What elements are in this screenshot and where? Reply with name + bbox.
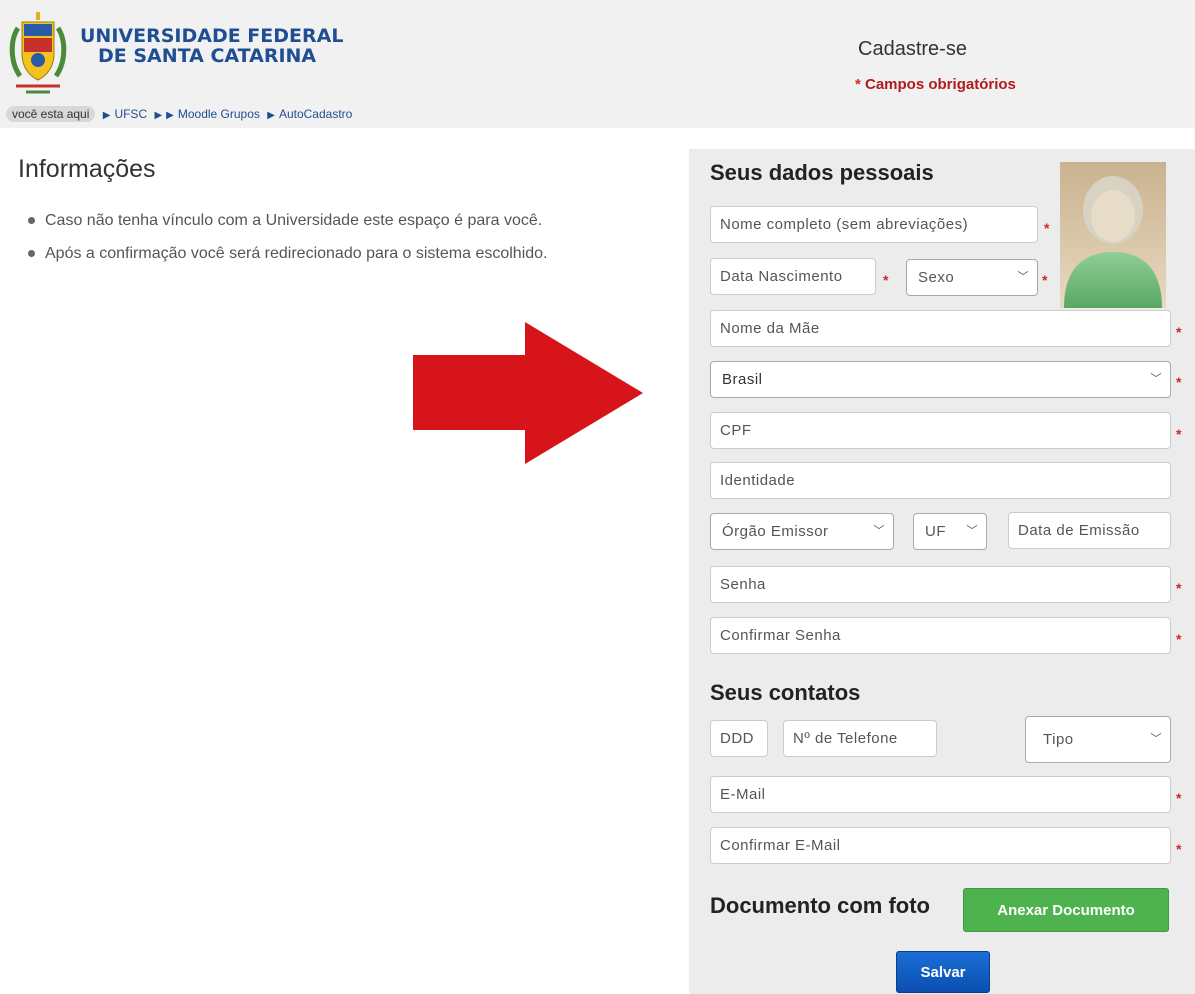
required-mark: * [1176,374,1182,390]
triangle-right-icon: ▶ [166,110,174,121]
phone-type-select-value: Tipo [1043,731,1074,748]
breadcrumb-link-ufsc[interactable]: UFSC [114,107,147,121]
breadcrumb-here-label: você esta aqui [6,106,96,122]
university-name: UNIVERSIDADE FEDERAL DE SANTA CATARINA [80,26,343,66]
phone-number-input[interactable] [783,720,937,757]
required-fields-note: * Campos obrigatórios [855,76,1016,93]
ufsc-crest-icon [9,12,67,94]
password-input[interactable] [710,566,1171,603]
personal-data-title: Seus dados pessoais [710,160,934,185]
required-mark: * [1042,272,1048,288]
required-mark: * [1176,580,1182,596]
mother-name-input[interactable] [710,310,1171,347]
info-list-item: Após a confirmação você será redireciona… [28,237,548,270]
user-avatar-icon [1060,162,1166,308]
required-mark: * [1044,220,1050,236]
breadcrumb-link-autocadastro[interactable]: AutoCadastro [279,107,352,121]
save-button[interactable]: Salvar [896,951,990,993]
required-mark: * [1176,324,1182,340]
country-select-value: Brasil [722,371,763,388]
university-name-line1: UNIVERSIDADE FEDERAL [80,25,344,47]
breadcrumb: você esta aqui ▶ UFSC ▶ ▶ Moodle Grupos ▶ Au… [6,106,352,122]
ddd-input[interactable] [710,720,768,757]
required-mark: * [1176,790,1182,806]
full-name-input[interactable] [710,206,1038,243]
issue-date-input[interactable] [1008,512,1171,549]
chevron-down-icon: ﹀ [1017,271,1029,283]
attach-document-button[interactable]: Anexar Documento [963,888,1169,932]
required-mark: * [1176,841,1182,857]
sex-select-value: Sexo [918,269,955,286]
required-mark: * [1176,631,1182,647]
issuing-agency-select-value: Órgão Emissor [722,523,829,540]
birth-date-input[interactable] [710,258,876,295]
photo-document-label: Documento com foto [710,893,930,918]
confirm-password-input[interactable] [710,617,1171,654]
uf-select-value: UF [925,523,946,540]
country-select[interactable]: Brasil ﹀ [710,361,1171,398]
email-input[interactable] [710,776,1171,813]
chevron-down-icon: ﹀ [966,525,978,537]
big-arrow-right-icon [413,322,643,464]
chevron-down-icon: ﹀ [873,525,885,537]
info-list-item: Caso não tenha vínculo com a Universidad… [28,204,548,237]
triangle-right-icon: ▶ [154,110,163,121]
cpf-input[interactable] [710,412,1171,449]
confirm-email-input[interactable] [710,827,1171,864]
page-title: Cadastre-se [858,38,967,60]
identity-input[interactable] [710,462,1171,499]
triangle-right-icon: ▶ [102,110,111,121]
triangle-right-icon: ▶ [267,110,275,121]
info-list: Caso não tenha vínculo com a Universidad… [28,204,548,270]
required-mark: * [883,272,889,288]
info-title: Informações [18,155,156,183]
university-name-line2: DE SANTA CATARINA [98,45,317,67]
uf-select[interactable]: UF ﹀ [913,513,987,550]
chevron-down-icon: ﹀ [1150,733,1162,745]
phone-type-select[interactable]: Tipo ﹀ [1025,716,1171,763]
sex-select[interactable]: Sexo ﹀ [906,259,1038,296]
breadcrumb-link-moodle-grupos[interactable]: Moodle Grupos [178,107,260,121]
contacts-title: Seus contatos [710,680,861,705]
chevron-down-icon: ﹀ [1150,373,1162,385]
required-mark: * [1176,426,1182,442]
issuing-agency-select[interactable]: Órgão Emissor ﹀ [710,513,894,550]
required-note-text: Campos obrigatórios [860,76,1016,93]
